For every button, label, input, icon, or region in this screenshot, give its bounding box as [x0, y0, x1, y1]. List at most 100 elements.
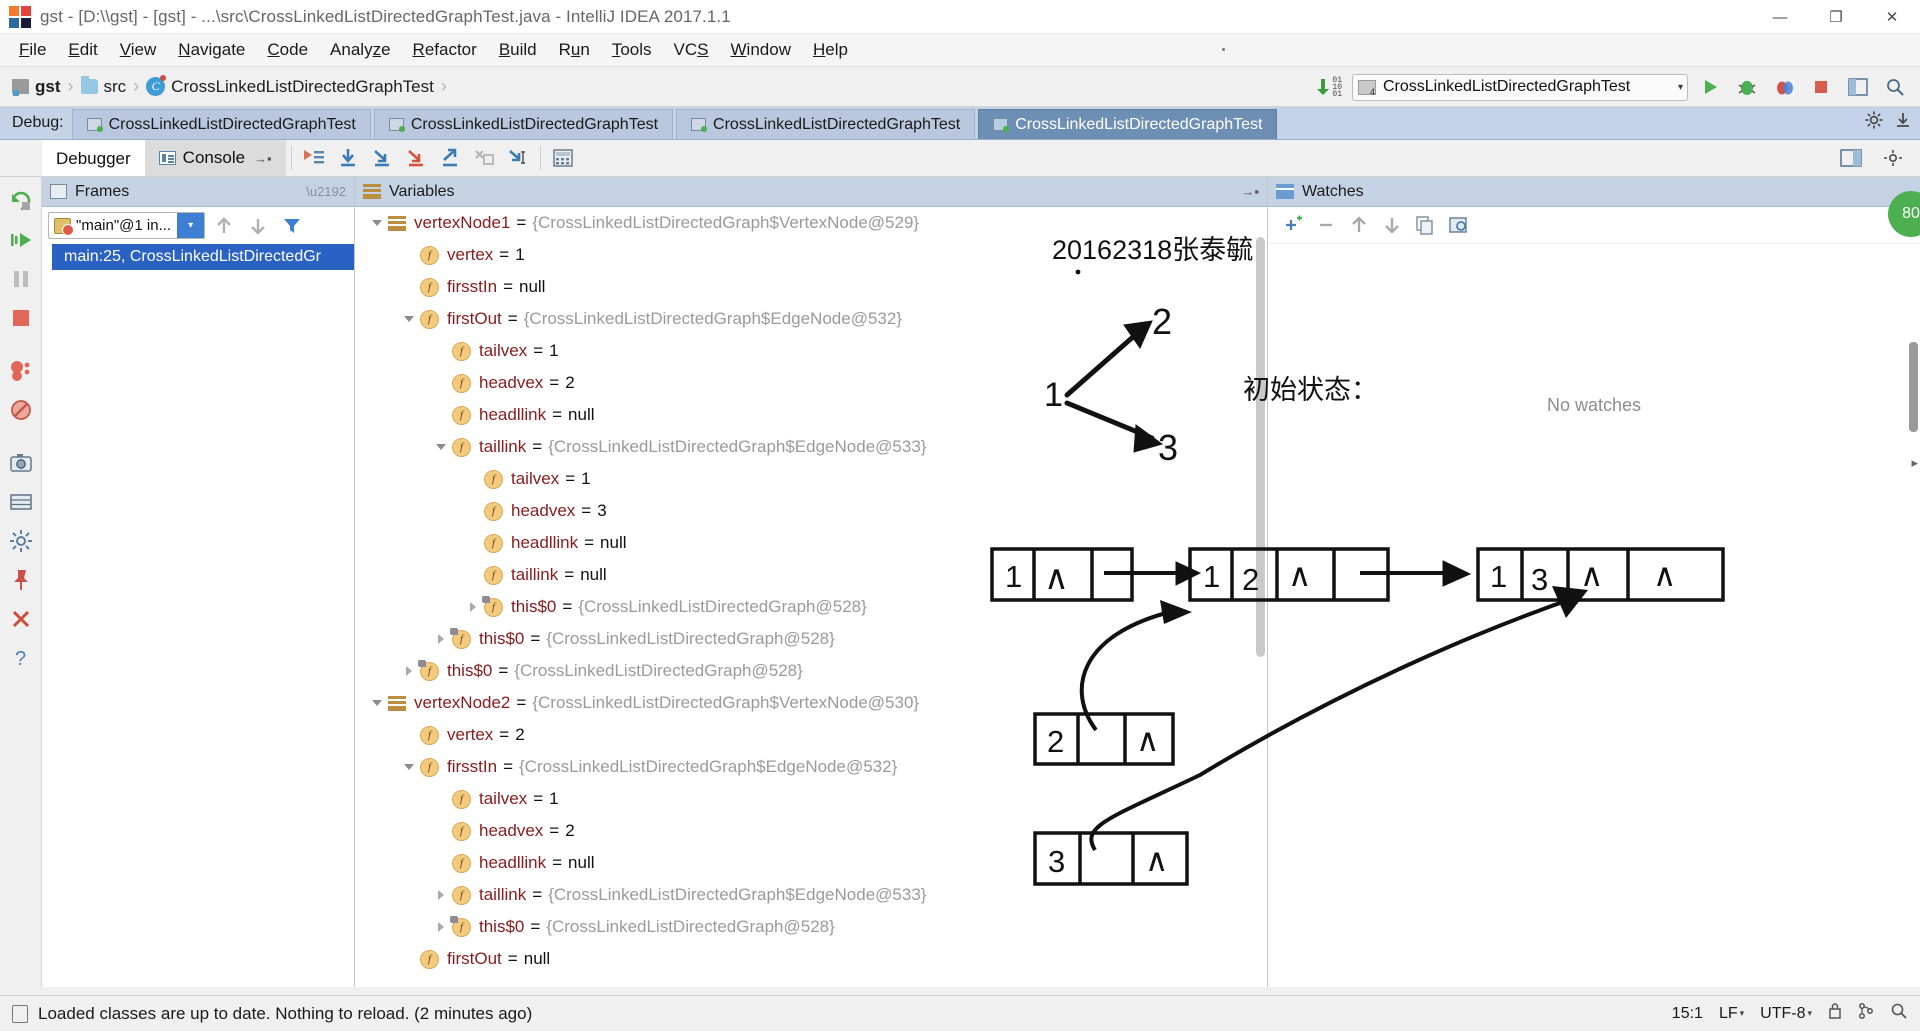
chevron-down-icon[interactable] — [401, 759, 417, 775]
pause-button[interactable] — [4, 261, 38, 297]
attach-profiler-button[interactable] — [1768, 72, 1799, 103]
variable-row[interactable]: f firsstIn = null — [355, 271, 1267, 303]
debug-session-tab-3[interactable]: CrossLinkedListDirectedGraphTest — [676, 109, 976, 139]
stop-session-button[interactable] — [4, 300, 38, 336]
thread-selector[interactable]: "main"@1 in... ▾ — [48, 212, 206, 239]
run-to-cursor-button[interactable] — [501, 143, 535, 173]
close-tab-button[interactable] — [4, 601, 38, 637]
pin-icon[interactable]: →▪ — [254, 151, 272, 166]
variable-row[interactable]: f taillink = {CrossLinkedListDirectedGraph$… — [355, 431, 1267, 463]
menu-refactor[interactable]: Refactor — [402, 37, 488, 63]
variable-row[interactable]: f vertex = 1 — [355, 239, 1267, 271]
menu-navigate[interactable]: Navigate — [167, 37, 256, 63]
variables-scrollbar[interactable] — [1256, 237, 1265, 657]
expand-right-sidebar-icon[interactable]: ▸ — [1911, 455, 1918, 471]
step-out-button[interactable] — [433, 143, 467, 173]
menu-window[interactable]: Window — [720, 37, 802, 63]
variable-row[interactable]: vertexNode1 = {CrossLinkedListDirectedGrap… — [355, 207, 1267, 239]
step-over-button[interactable] — [331, 143, 365, 173]
variable-row[interactable]: f headllink = null — [355, 527, 1267, 559]
minimize-button[interactable]: — — [1752, 0, 1808, 34]
breadcrumb-class[interactable]: CrossLinkedListDirectedGraphTest — [171, 77, 434, 97]
caret-position[interactable]: 15:1 — [1672, 1005, 1703, 1023]
settings-icon[interactable] — [1876, 143, 1910, 173]
chevron-right-icon[interactable] — [465, 599, 481, 615]
menu-analyze[interactable]: Analyze — [319, 37, 402, 63]
chevron-down-icon[interactable] — [369, 695, 385, 711]
hide-panel-icon[interactable] — [1894, 111, 1912, 134]
variable-row[interactable]: f vertex = 2 — [355, 719, 1267, 751]
screenshot-button[interactable] — [4, 445, 38, 481]
run-button[interactable] — [1694, 72, 1725, 103]
update-running-app-icon[interactable]: 01 10 01 — [1316, 76, 1342, 98]
chevron-down-icon[interactable]: ▾ — [177, 213, 205, 238]
variable-row[interactable]: f firstOut = null — [355, 943, 1267, 975]
variable-row[interactable]: f tailvex = 1 — [355, 335, 1267, 367]
line-separator-selector[interactable]: LF ▾ — [1719, 1005, 1744, 1023]
run-configuration-selector[interactable]: CrossLinkedListDirectedGraphTest ▾ — [1352, 73, 1688, 101]
step-into-button[interactable] — [365, 143, 399, 173]
search-button[interactable] — [1879, 72, 1910, 103]
variable-row[interactable]: f this$0 = {CrossLinkedListDirectedGraph@52… — [355, 591, 1267, 623]
move-watch-up-button[interactable] — [1344, 210, 1374, 240]
evaluate-expression-button[interactable] — [546, 143, 580, 173]
variable-row[interactable]: vertexNode2 = {CrossLinkedListDirectedGrap… — [355, 687, 1267, 719]
chevron-down-icon[interactable] — [369, 215, 385, 231]
stop-button[interactable] — [1805, 72, 1836, 103]
variable-row[interactable]: f headllink = null — [355, 399, 1267, 431]
variable-row[interactable]: f taillink = {CrossLinkedListDirectedGraph$… — [355, 879, 1267, 911]
variable-row[interactable]: f headllink = null — [355, 847, 1267, 879]
restore-layout-icon[interactable] — [1834, 143, 1868, 173]
menu-edit[interactable]: Edit — [57, 37, 108, 63]
view-breakpoints-button[interactable] — [4, 353, 38, 389]
pin-tab-button[interactable] — [4, 562, 38, 598]
variable-row[interactable]: f this$0 = {CrossLinkedListDirectedGraph@52… — [355, 623, 1267, 655]
menu-build[interactable]: Build — [488, 37, 548, 63]
add-watch-button[interactable] — [1278, 210, 1308, 240]
settings-gear-icon[interactable] — [1864, 110, 1884, 135]
chevron-right-icon[interactable] — [401, 663, 417, 679]
breadcrumb-project[interactable]: gst — [35, 77, 61, 97]
move-watch-down-button[interactable] — [1377, 210, 1407, 240]
chevron-down-icon[interactable] — [401, 311, 417, 327]
search-everywhere-icon[interactable] — [1890, 1002, 1908, 1025]
filter-frames-button[interactable] — [277, 211, 307, 241]
menu-vcs[interactable]: VCS — [663, 37, 720, 63]
settings-rail-button[interactable] — [4, 523, 38, 559]
force-step-into-button[interactable] — [399, 143, 433, 173]
variable-row[interactable]: f this$0 = {CrossLinkedListDirectedGraph@52… — [355, 911, 1267, 943]
variable-row[interactable]: f this$0 = {CrossLinkedListDirectedGraph@52… — [355, 655, 1267, 687]
debug-session-tab-1[interactable]: CrossLinkedListDirectedGraphTest — [71, 109, 371, 139]
frame-up-button[interactable] — [209, 211, 239, 241]
variable-row[interactable]: f firstOut = {CrossLinkedListDirectedGraph$… — [355, 303, 1267, 335]
variable-row[interactable]: f firsstIn = {CrossLinkedListDirectedGraph$… — [355, 751, 1267, 783]
variable-row[interactable]: f headvex = 3 — [355, 495, 1267, 527]
lock-icon[interactable] — [1828, 1002, 1842, 1025]
menu-run[interactable]: Run — [548, 37, 601, 63]
chevron-right-icon[interactable] — [433, 919, 449, 935]
copy-watch-button[interactable] — [1410, 210, 1440, 240]
mute-breakpoints-button[interactable] — [4, 392, 38, 428]
right-scrollbar-thumb[interactable] — [1909, 342, 1918, 432]
variable-row[interactable]: f taillink = null — [355, 559, 1267, 591]
drop-frame-button[interactable] — [467, 143, 501, 173]
encoding-selector[interactable]: UTF-8 ▾ — [1760, 1005, 1812, 1023]
frame-list-item-selected[interactable]: main:25, CrossLinkedListDirectedGr — [52, 244, 354, 270]
debug-session-tab-4[interactable]: CrossLinkedListDirectedGraphTest — [978, 109, 1278, 139]
menu-file[interactable]: File — [8, 37, 57, 63]
breadcrumb-folder[interactable]: src — [104, 77, 127, 97]
variable-row[interactable]: f headvex = 2 — [355, 367, 1267, 399]
tab-debugger[interactable]: Debugger — [42, 140, 145, 176]
memory-view-button[interactable] — [4, 484, 38, 520]
debug-session-tab-2[interactable]: CrossLinkedListDirectedGraphTest — [373, 109, 674, 139]
remove-watch-button[interactable] — [1311, 210, 1341, 240]
variables-pin-icon[interactable]: →▪ — [1241, 184, 1259, 199]
frame-down-button[interactable] — [243, 211, 273, 241]
debug-button[interactable] — [1731, 72, 1762, 103]
rerun-button[interactable] — [4, 183, 38, 219]
inspect-watch-button[interactable] — [1443, 210, 1473, 240]
variable-row[interactable]: f tailvex = 1 — [355, 783, 1267, 815]
resume-button[interactable] — [4, 222, 38, 258]
vcs-branch-icon[interactable] — [1858, 1002, 1874, 1025]
chevron-right-icon[interactable] — [433, 887, 449, 903]
